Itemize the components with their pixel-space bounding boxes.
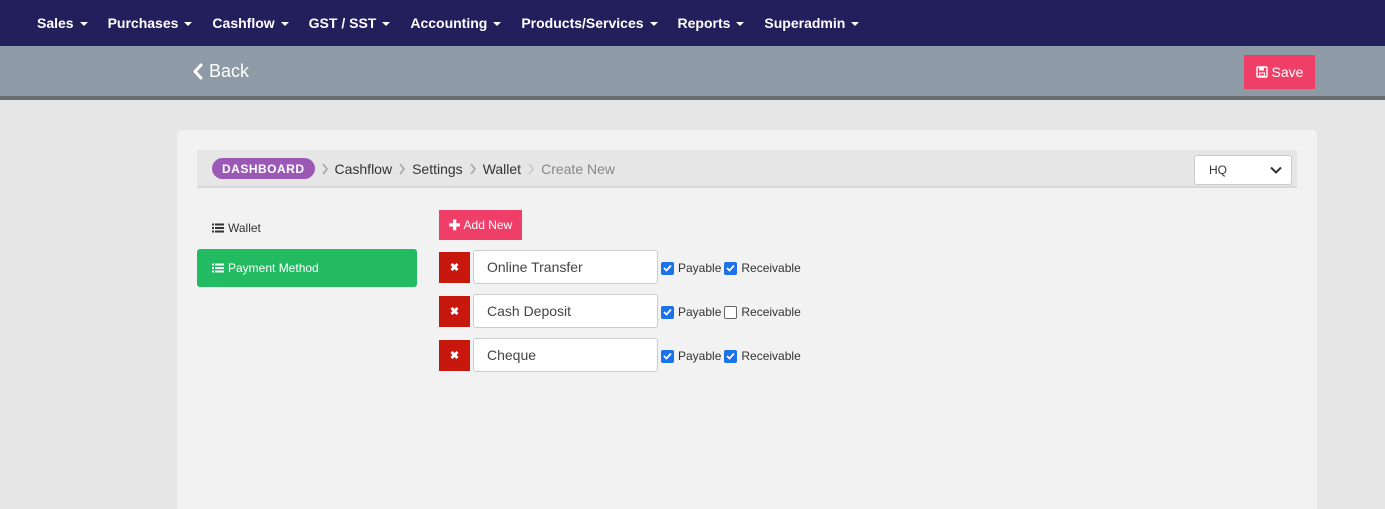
- nav-label: Sales: [37, 15, 74, 31]
- checkbox-checked-icon[interactable]: [661, 305, 674, 319]
- list-icon: [212, 263, 224, 273]
- payable-label: Payable: [678, 349, 722, 363]
- checkbox-checked-icon[interactable]: [724, 349, 738, 363]
- chevron-right-icon: [398, 162, 406, 175]
- receivable-label: Receivable: [741, 349, 801, 363]
- back-button[interactable]: Back: [192, 58, 249, 84]
- nav-products-services[interactable]: Products/Services: [511, 0, 667, 46]
- checkbox-checked-icon[interactable]: [661, 349, 674, 363]
- delete-button[interactable]: ✖: [439, 295, 470, 327]
- nav-purchases[interactable]: Purchases: [98, 0, 203, 46]
- close-icon: ✖: [449, 305, 460, 318]
- nav-reports[interactable]: Reports: [668, 0, 755, 46]
- nav-superadmin[interactable]: Superadmin: [754, 0, 869, 46]
- toolbar-divider: [0, 96, 1385, 100]
- caret-down-icon: [851, 22, 860, 26]
- save-label: Save: [1271, 64, 1304, 80]
- payment-method-row: ✖ Payable Receivable: [439, 250, 801, 284]
- checkbox-checked-icon[interactable]: [661, 261, 674, 275]
- payment-method-row: ✖ Payable Receivable: [439, 294, 801, 328]
- close-icon: ✖: [449, 261, 460, 274]
- nav-label: Reports: [677, 15, 731, 31]
- add-new-label: Add New: [463, 218, 513, 232]
- breadcrumb-dashboard[interactable]: DASHBOARD: [212, 158, 315, 179]
- checkbox-unchecked-icon[interactable]: [724, 305, 738, 319]
- sidebar-item-label: Wallet: [228, 221, 261, 235]
- caret-down-icon: [493, 22, 502, 26]
- receivable-checkbox[interactable]: Receivable: [724, 261, 801, 275]
- floppy-disk-icon: [1255, 66, 1268, 78]
- chevron-left-icon: [193, 63, 203, 79]
- chevron-down-icon: [1270, 166, 1282, 174]
- close-icon: ✖: [449, 349, 460, 362]
- delete-button[interactable]: ✖: [439, 251, 470, 283]
- breadcrumb-current: Create New: [541, 160, 615, 177]
- nav-label: GST / SST: [308, 15, 377, 31]
- caret-down-icon: [382, 22, 391, 26]
- receivable-label: Receivable: [741, 305, 801, 319]
- list-icon: [212, 223, 224, 233]
- chevron-right-icon: [321, 162, 329, 175]
- sidebar-item-wallet[interactable]: Wallet: [197, 212, 417, 244]
- plus-icon: ✚: [448, 216, 461, 233]
- branch-select-value: HQ: [1209, 163, 1227, 177]
- caret-down-icon: [649, 22, 658, 26]
- nav-label: Purchases: [107, 15, 179, 31]
- breadcrumb-cashflow[interactable]: Cashflow: [335, 161, 393, 177]
- payment-method-row: ✖ Payable Receivable: [439, 338, 801, 372]
- add-new-button[interactable]: ✚ Add New: [439, 210, 522, 240]
- checkbox-checked-icon[interactable]: [724, 261, 738, 275]
- nav-accounting[interactable]: Accounting: [400, 0, 511, 46]
- back-label: Back: [209, 60, 250, 81]
- breadcrumb-settings[interactable]: Settings: [412, 161, 463, 177]
- caret-down-icon: [736, 22, 745, 26]
- caret-down-icon: [184, 22, 193, 26]
- payment-method-name-input[interactable]: [473, 294, 658, 328]
- sidebar-item-label: Payment Method: [228, 261, 319, 275]
- nav-gst-sst[interactable]: GST / SST: [299, 0, 401, 46]
- breadcrumb: DASHBOARD Cashflow Settings Wallet Creat…: [212, 158, 615, 179]
- nav-label: Superadmin: [764, 15, 846, 31]
- receivable-checkbox[interactable]: Receivable: [724, 349, 801, 363]
- payable-label: Payable: [678, 305, 722, 319]
- caret-down-icon: [79, 22, 88, 26]
- nav-sales[interactable]: Sales: [27, 0, 98, 46]
- payment-method-name-input[interactable]: [473, 338, 658, 372]
- delete-button[interactable]: ✖: [439, 339, 470, 371]
- receivable-checkbox[interactable]: Receivable: [724, 305, 801, 319]
- nav-cashflow[interactable]: Cashflow: [202, 0, 298, 46]
- nav-label: Accounting: [410, 15, 488, 31]
- payable-checkbox[interactable]: Payable: [661, 261, 721, 275]
- receivable-label: Receivable: [741, 261, 801, 275]
- chevron-right-icon: [469, 162, 477, 175]
- nav-label: Cashflow: [212, 15, 275, 31]
- payable-checkbox[interactable]: Payable: [661, 305, 721, 319]
- payment-method-name-input[interactable]: [473, 250, 658, 284]
- payable-label: Payable: [678, 261, 722, 275]
- chevron-right-icon: [527, 162, 535, 175]
- breadcrumb-wallet[interactable]: Wallet: [483, 161, 521, 177]
- top-navbar: Sales Purchases Cashflow GST / SST Accou…: [0, 0, 1385, 46]
- payable-checkbox[interactable]: Payable: [661, 349, 721, 363]
- caret-down-icon: [280, 22, 289, 26]
- branch-select[interactable]: HQ: [1194, 155, 1292, 185]
- save-button[interactable]: Save: [1244, 55, 1315, 89]
- sidebar-item-payment-method[interactable]: Payment Method: [197, 249, 417, 287]
- nav-label: Products/Services: [521, 15, 644, 31]
